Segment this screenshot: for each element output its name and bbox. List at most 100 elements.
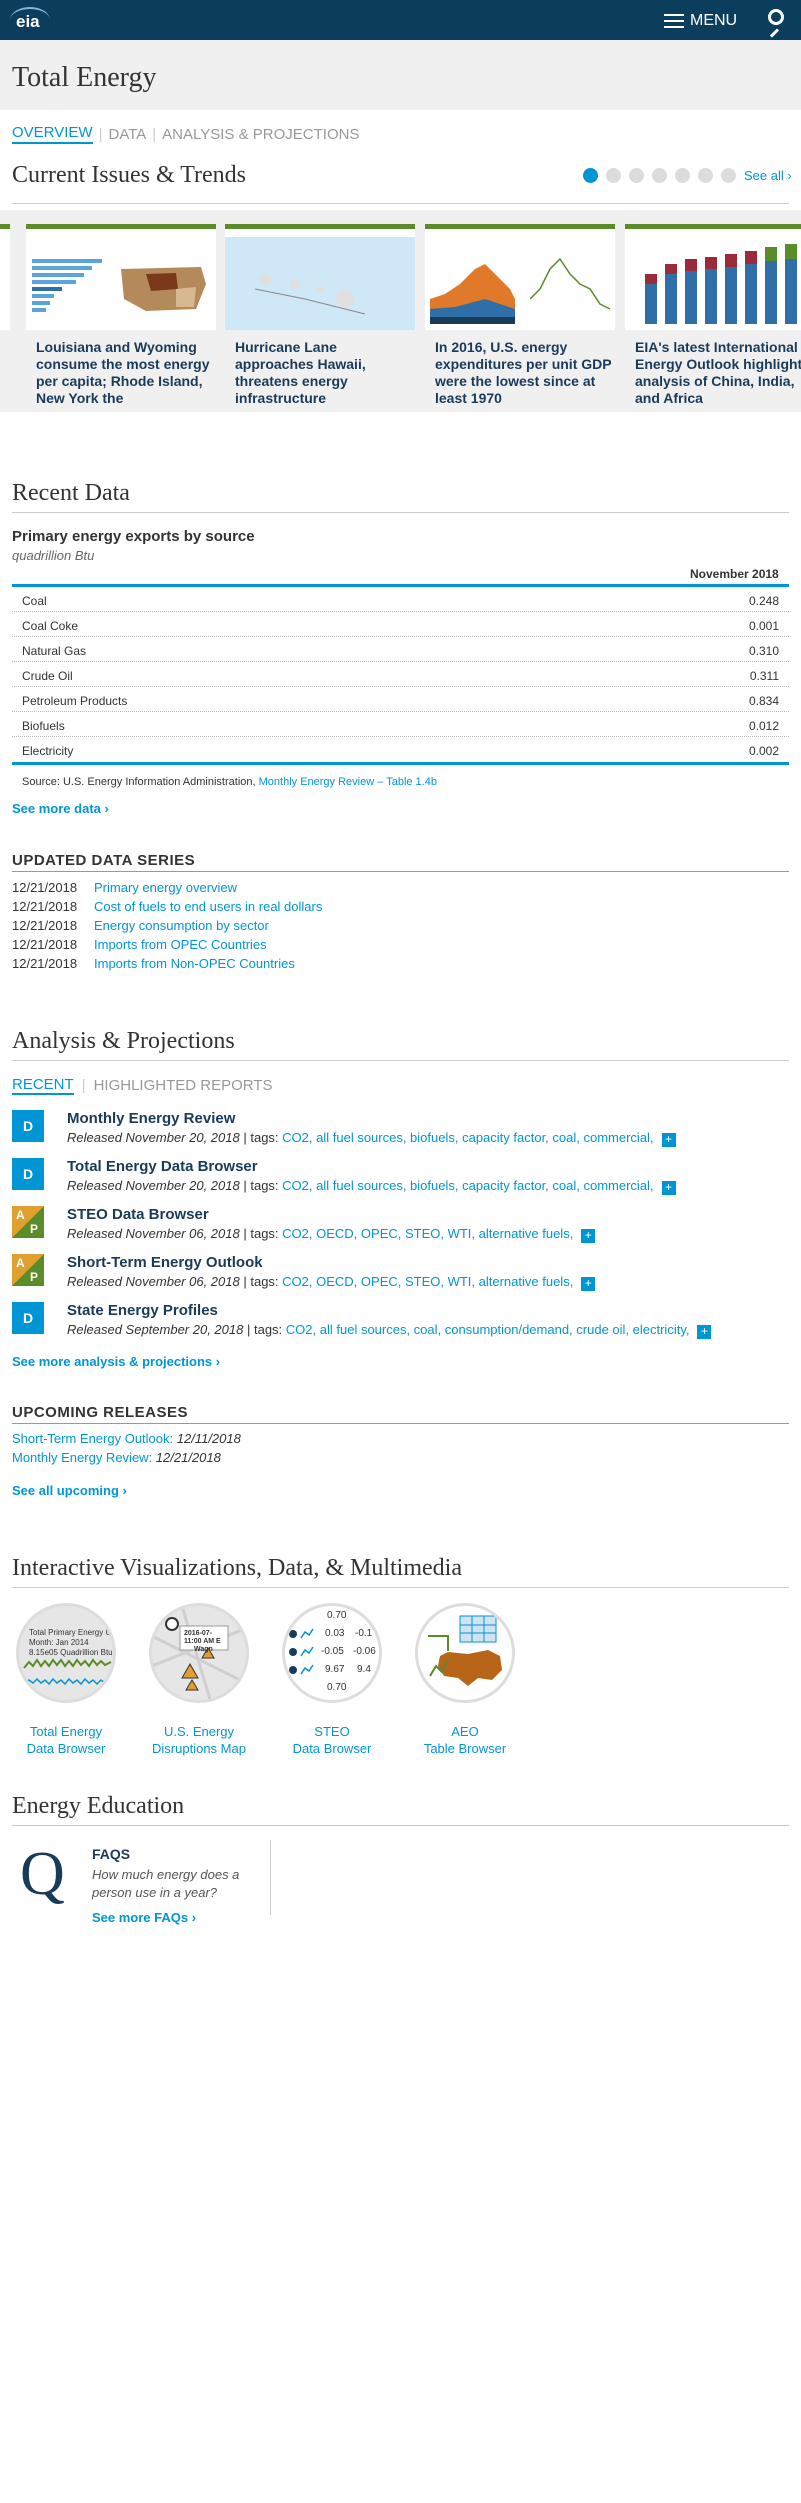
list-item: 12/21/2018 Primary energy overview	[12, 880, 238, 895]
current-issues-heading: Current Issues & Trends	[12, 162, 247, 188]
report-title[interactable]: Short-Term Energy Outlook	[67, 1254, 263, 1271]
data-badge-icon: D	[12, 1158, 44, 1190]
carousel-pagination	[583, 168, 736, 183]
updated-data-series-heading: UPDATED DATA SERIES	[12, 852, 196, 869]
table-title: Primary energy exports by source	[12, 528, 255, 545]
data-badge-icon: D	[12, 1110, 44, 1142]
table-units: quadrillion Btu	[12, 548, 95, 563]
eia-logo[interactable]: eia	[10, 7, 50, 33]
table-row: Petroleum Products 0.834	[12, 687, 789, 712]
column-header: November 2018	[690, 567, 779, 581]
top-navigation-bar: eia MENU	[0, 0, 801, 40]
carousel-dot[interactable]	[721, 168, 736, 183]
upcoming-releases-heading: UPCOMING RELEASES	[12, 1404, 189, 1421]
analysis-projections-badge-icon: AP	[12, 1206, 44, 1238]
report-tags[interactable]: CO2, all fuel sources, coal, consumption…	[286, 1322, 690, 1337]
analysis-heading: Analysis & Projections	[12, 1028, 235, 1054]
issue-thumbnail-expenditures-chart	[425, 224, 615, 330]
carousel-dot[interactable]	[583, 168, 598, 183]
list-item: Monthly Energy Review: 12/21/2018	[12, 1450, 221, 1465]
table-row: Biofuels 0.012	[12, 712, 789, 737]
report-tags[interactable]: CO2, all fuel sources, biofuels, capacit…	[282, 1130, 653, 1145]
page-title: Total Energy	[12, 62, 157, 93]
list-item: 12/21/2018 Imports from OPEC Countries	[12, 937, 267, 952]
search-button[interactable]	[760, 4, 794, 38]
disruption-map-thumbnail-icon: 2016-07- 11:00 AM E Wagn	[149, 1603, 249, 1703]
expand-tags-button[interactable]: +	[697, 1325, 712, 1339]
page-tabs: OVERVIEW | DATA | ANALYSIS & PROJECTIONS	[12, 124, 360, 144]
issue-caption[interactable]: In 2016, U.S. energy expenditures per un…	[435, 339, 615, 407]
issue-caption[interactable]: EIA's latest International Energy Outloo…	[635, 339, 801, 407]
issue-card[interactable]: Hurricane Lane approaches Hawaii, threat…	[225, 224, 415, 407]
viz-steo-data-browser[interactable]: 0.70 0.03 -0.1 -0.05 -0.06 9.67 9.4 0.70…	[280, 1603, 384, 1763]
issue-caption[interactable]: Hurricane Lane approaches Hawaii, threat…	[235, 339, 415, 407]
line-chart-thumbnail-icon: Total Primary Energy Co Month: Jan 2014 …	[16, 1603, 116, 1703]
tab-analysis-projections[interactable]: ANALYSIS & PROJECTIONS	[162, 126, 359, 143]
faq-question[interactable]: How much energy does a person use in a y…	[92, 1866, 252, 1902]
menu-button[interactable]: MENU	[664, 11, 737, 31]
tab-overview[interactable]: OVERVIEW	[12, 124, 93, 144]
carousel-dot[interactable]	[652, 168, 667, 183]
issue-card-partial[interactable]	[0, 224, 10, 404]
issue-card[interactable]: Louisiana and Wyoming consume the most e…	[26, 224, 216, 407]
report-tags[interactable]: CO2, OECD, OPEC, STEO, WTI, alternative …	[282, 1226, 573, 1241]
analysis-tabs: RECENT | HIGHLIGHTED REPORTS	[12, 1076, 273, 1095]
issue-card[interactable]: EIA's latest International Energy Outloo…	[625, 224, 801, 407]
faq-heading: FAQS	[92, 1846, 131, 1862]
data-table-thumbnail-icon: 0.70 0.03 -0.1 -0.05 -0.06 9.67 9.4 0.70	[282, 1603, 382, 1703]
viz-energy-disruptions-map[interactable]: 2016-07- 11:00 AM E Wagn U.S. Energy Disr…	[147, 1603, 251, 1763]
us-map-table-icon	[415, 1603, 515, 1703]
carousel-dot[interactable]	[629, 168, 644, 183]
tab-data[interactable]: DATA	[108, 126, 146, 143]
table-row: Coal 0.248	[12, 587, 789, 612]
viz-aeo-table-browser[interactable]: AEO Table Browser	[413, 1603, 517, 1763]
issues-carousel: Louisiana and Wyoming consume the most e…	[0, 210, 801, 412]
see-all-issues-link[interactable]: See all ›	[744, 168, 792, 183]
tab-recent[interactable]: RECENT	[12, 1076, 74, 1095]
recent-data-heading: Recent Data	[12, 480, 130, 506]
report-title[interactable]: Total Energy Data Browser	[67, 1158, 258, 1175]
report-item: AP STEO Data Browser Released November 0…	[12, 1206, 789, 1250]
viz-total-energy-data-browser[interactable]: Total Primary Energy Co Month: Jan 2014 …	[14, 1603, 118, 1763]
report-title[interactable]: Monthly Energy Review	[67, 1110, 235, 1127]
report-item: D Total Energy Data Browser Released Nov…	[12, 1158, 789, 1202]
issue-thumbnail-hurricane-map	[225, 224, 415, 330]
carousel-dot[interactable]	[606, 168, 621, 183]
tab-highlighted-reports[interactable]: HIGHLIGHTED REPORTS	[94, 1077, 273, 1094]
list-item: Short-Term Energy Outlook: 12/11/2018	[12, 1431, 241, 1446]
report-title[interactable]: STEO Data Browser	[67, 1206, 209, 1223]
list-item: 12/21/2018 Energy consumption by sector	[12, 918, 269, 933]
see-more-analysis-link[interactable]: See more analysis & projections ›	[12, 1354, 220, 1369]
data-badge-icon: D	[12, 1302, 44, 1334]
expand-tags-button[interactable]: +	[581, 1277, 596, 1291]
report-item: D Monthly Energy Review Released Novembe…	[12, 1110, 789, 1154]
expand-tags-button[interactable]: +	[661, 1181, 676, 1195]
expand-tags-button[interactable]: +	[661, 1133, 676, 1147]
table-row: Coal Coke 0.001	[12, 612, 789, 637]
report-title[interactable]: State Energy Profiles	[67, 1302, 218, 1319]
see-all-upcoming-link[interactable]: See all upcoming ›	[12, 1483, 127, 1498]
table-row: Crude Oil 0.311	[12, 662, 789, 687]
see-more-data-link[interactable]: See more data ›	[12, 801, 109, 816]
report-meta: Released November 20, 2018 | tags: CO2, …	[67, 1178, 676, 1195]
report-meta: Released September 20, 2018 | tags: CO2,…	[67, 1322, 712, 1339]
report-meta: Released November 06, 2018 | tags: CO2, …	[67, 1226, 596, 1243]
report-meta: Released November 06, 2018 | tags: CO2, …	[67, 1274, 596, 1291]
report-tags[interactable]: CO2, all fuel sources, biofuels, capacit…	[282, 1178, 653, 1193]
table-row: Natural Gas 0.310	[12, 637, 789, 662]
source-link[interactable]: Monthly Energy Review – Table 1.4b	[259, 776, 437, 788]
list-item: 12/21/2018 Cost of fuels to end users in …	[12, 899, 323, 914]
issue-caption[interactable]: Louisiana and Wyoming consume the most e…	[36, 339, 216, 407]
faq-q-icon: Q	[20, 1840, 65, 1908]
hamburger-icon	[664, 14, 684, 28]
search-icon	[768, 9, 784, 25]
menu-label: MENU	[690, 12, 738, 29]
carousel-dot[interactable]	[675, 168, 690, 183]
carousel-dot[interactable]	[698, 168, 713, 183]
expand-tags-button[interactable]: +	[581, 1229, 596, 1243]
report-item: AP Short-Term Energy Outlook Released No…	[12, 1254, 789, 1298]
see-more-faqs-link[interactable]: See more FAQs ›	[92, 1910, 196, 1925]
issue-card[interactable]: In 2016, U.S. energy expenditures per un…	[425, 224, 615, 407]
report-tags[interactable]: CO2, OECD, OPEC, STEO, WTI, alternative …	[282, 1274, 573, 1289]
report-item: D State Energy Profiles Released Septemb…	[12, 1302, 789, 1346]
